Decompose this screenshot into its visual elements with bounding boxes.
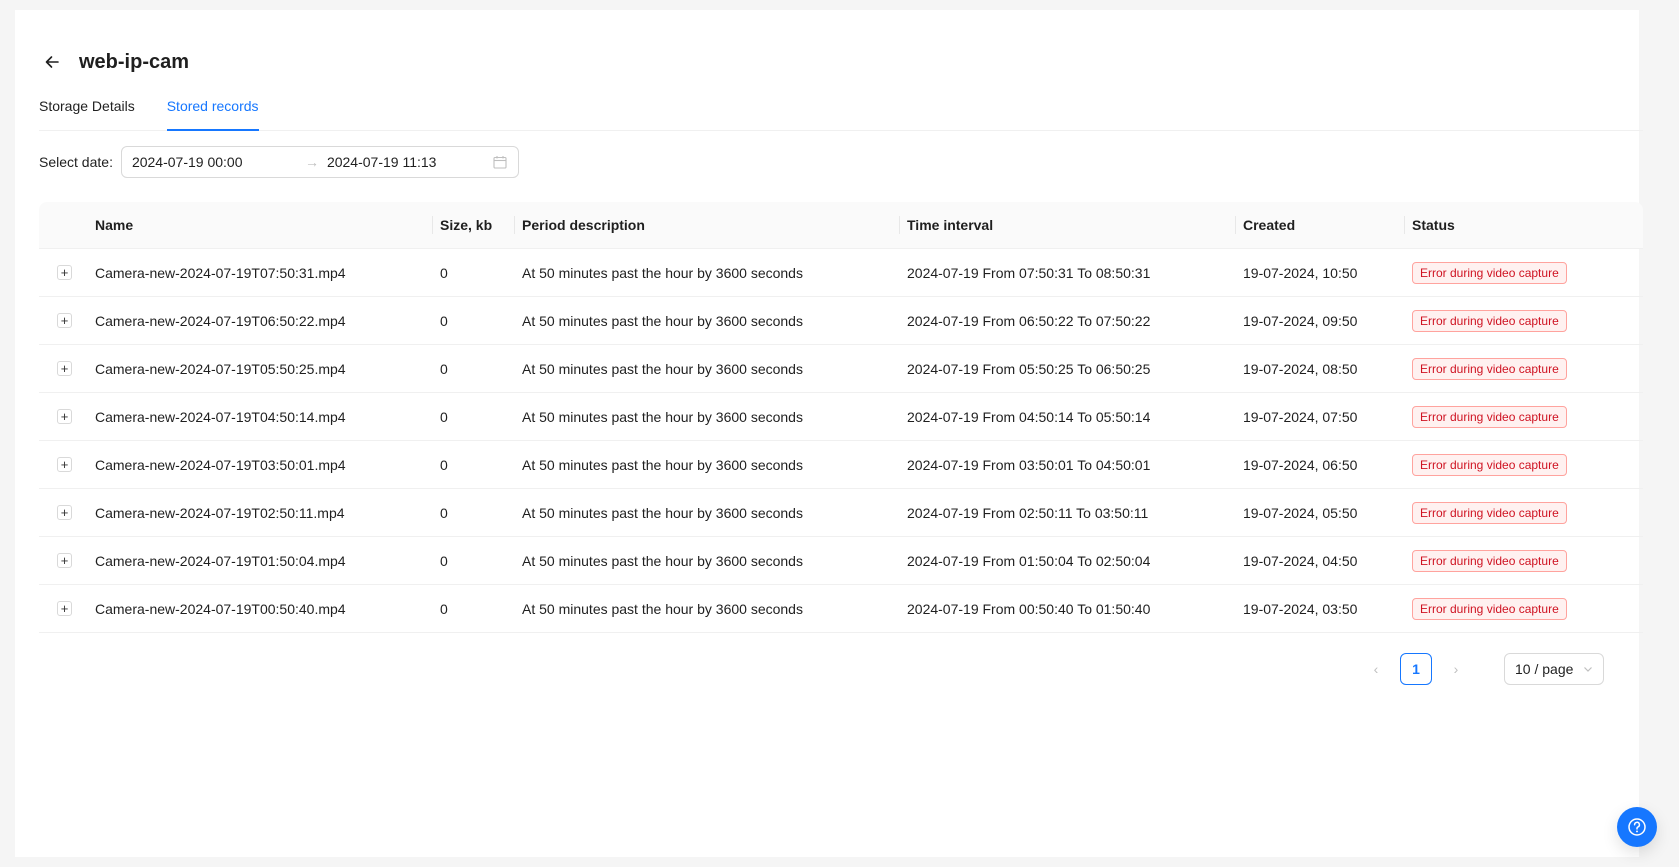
cell-size: 0 (432, 440, 514, 489)
cell-created: 19-07-2024, 05:50 (1235, 488, 1404, 537)
table-row[interactable]: + Camera-new-2024-07-19T07:50:31.mp4 0 A… (39, 248, 1643, 297)
date-end-input[interactable]: 2024-07-19 11:13 (327, 154, 492, 170)
cell-name: Camera-new-2024-07-19T06:50:22.mp4 (87, 296, 432, 345)
tab-storage-details[interactable]: Storage Details (39, 88, 135, 130)
records-table: Name Size, kb Period description Time in… (39, 202, 1643, 633)
arrow-left-icon (45, 56, 59, 68)
page-size-value: 10 / page (1515, 661, 1574, 677)
chevron-down-icon (1584, 667, 1592, 672)
column-header-status[interactable]: Status (1404, 202, 1643, 249)
status-badge: Error during video capture (1412, 501, 1567, 524)
status-badge: Error during video capture (1412, 597, 1567, 620)
column-header-period[interactable]: Period description (514, 202, 899, 249)
expand-row-button[interactable]: + (57, 457, 72, 472)
cell-interval: 2024-07-19 From 06:50:22 To 07:50:22 (899, 296, 1235, 345)
help-button[interactable] (1617, 807, 1657, 847)
expand-row-button[interactable]: + (57, 265, 72, 280)
cell-name: Camera-new-2024-07-19T01:50:04.mp4 (87, 536, 432, 585)
cell-created: 19-07-2024, 10:50 (1235, 248, 1404, 297)
status-badge: Error during video capture (1412, 357, 1567, 380)
pagination: ‹ 1 › 10 / page (1356, 653, 1604, 685)
page-title: web-ip-cam (79, 50, 190, 73)
cell-name: Camera-new-2024-07-19T04:50:14.mp4 (87, 392, 432, 441)
table-row[interactable]: + Camera-new-2024-07-19T02:50:11.mp4 0 A… (39, 488, 1643, 537)
range-arrow-icon: → (304, 154, 319, 170)
table-row[interactable]: + Camera-new-2024-07-19T04:50:14.mp4 0 A… (39, 392, 1643, 441)
cell-created: 19-07-2024, 09:50 (1235, 296, 1404, 345)
expand-row-button[interactable]: + (57, 505, 72, 520)
date-filter-label: Select date: (39, 154, 113, 170)
cell-interval: 2024-07-19 From 04:50:14 To 05:50:14 (899, 392, 1235, 441)
cell-name: Camera-new-2024-07-19T02:50:11.mp4 (87, 488, 432, 537)
cell-created: 19-07-2024, 08:50 (1235, 344, 1404, 393)
cell-size: 0 (432, 248, 514, 297)
cell-period: At 50 minutes past the hour by 3600 seco… (514, 440, 899, 489)
next-page-button[interactable]: › (1440, 653, 1472, 685)
status-badge: Error during video capture (1412, 453, 1567, 476)
cell-interval: 2024-07-19 From 03:50:01 To 04:50:01 (899, 440, 1235, 489)
cell-period: At 50 minutes past the hour by 3600 seco… (514, 536, 899, 585)
expand-row-button[interactable]: + (57, 553, 72, 568)
cell-period: At 50 minutes past the hour by 3600 seco… (514, 248, 899, 297)
calendar-icon (492, 154, 508, 170)
cell-name: Camera-new-2024-07-19T07:50:31.mp4 (87, 248, 432, 297)
table-row[interactable]: + Camera-new-2024-07-19T03:50:01.mp4 0 A… (39, 440, 1643, 489)
page-size-select[interactable]: 10 / page (1504, 653, 1604, 685)
cell-size: 0 (432, 584, 514, 633)
cell-name: Camera-new-2024-07-19T05:50:25.mp4 (87, 344, 432, 393)
expand-row-button[interactable]: + (57, 313, 72, 328)
cell-period: At 50 minutes past the hour by 3600 seco… (514, 392, 899, 441)
cell-period: At 50 minutes past the hour by 3600 seco… (514, 344, 899, 393)
cell-created: 19-07-2024, 03:50 (1235, 584, 1404, 633)
date-range-picker[interactable]: 2024-07-19 00:00 → 2024-07-19 11:13 (120, 146, 519, 178)
date-filter: Select date: 2024-07-19 00:00 → 2024-07-… (39, 146, 519, 178)
cell-name: Camera-new-2024-07-19T03:50:01.mp4 (87, 440, 432, 489)
cell-interval: 2024-07-19 From 00:50:40 To 01:50:40 (899, 584, 1235, 633)
cell-created: 19-07-2024, 04:50 (1235, 536, 1404, 585)
cell-size: 0 (432, 296, 514, 345)
column-header-name[interactable]: Name (87, 202, 432, 249)
cell-size: 0 (432, 488, 514, 537)
column-header-size[interactable]: Size, kb (432, 202, 514, 249)
cell-period: At 50 minutes past the hour by 3600 seco… (514, 296, 899, 345)
main-card: web-ip-cam Storage Details Stored record… (15, 10, 1643, 857)
cell-interval: 2024-07-19 From 07:50:31 To 08:50:31 (899, 248, 1235, 297)
cell-period: At 50 minutes past the hour by 3600 seco… (514, 488, 899, 537)
expand-row-button[interactable]: + (57, 409, 72, 424)
table-row[interactable]: + Camera-new-2024-07-19T06:50:22.mp4 0 A… (39, 296, 1643, 345)
cell-size: 0 (432, 536, 514, 585)
table-row[interactable]: + Camera-new-2024-07-19T01:50:04.mp4 0 A… (39, 536, 1643, 585)
column-header-interval[interactable]: Time interval (899, 202, 1235, 249)
page-1-button[interactable]: 1 (1400, 653, 1432, 685)
tab-stored-records[interactable]: Stored records (166, 88, 259, 131)
prev-page-button[interactable]: ‹ (1360, 653, 1392, 685)
cell-interval: 2024-07-19 From 02:50:11 To 03:50:11 (899, 488, 1235, 537)
cell-size: 0 (432, 392, 514, 441)
column-header-created[interactable]: Created (1235, 202, 1404, 249)
cell-interval: 2024-07-19 From 01:50:04 To 02:50:04 (899, 536, 1235, 585)
status-badge: Error during video capture (1412, 261, 1567, 284)
table-header-row: Name Size, kb Period description Time in… (39, 202, 1643, 249)
page-header: web-ip-cam (39, 44, 189, 80)
back-button[interactable] (39, 49, 65, 75)
cell-interval: 2024-07-19 From 05:50:25 To 06:50:25 (899, 344, 1235, 393)
date-start-input[interactable]: 2024-07-19 00:00 (132, 154, 297, 170)
cell-size: 0 (432, 344, 514, 393)
expand-row-button[interactable]: + (57, 361, 72, 376)
cell-name: Camera-new-2024-07-19T00:50:40.mp4 (87, 584, 432, 633)
expand-row-button[interactable]: + (57, 601, 72, 616)
status-badge: Error during video capture (1412, 309, 1567, 332)
table-row[interactable]: + Camera-new-2024-07-19T00:50:40.mp4 0 A… (39, 584, 1643, 633)
tab-bar: Storage Details Stored records (39, 88, 1643, 131)
question-circle-icon (1628, 818, 1646, 836)
cell-period: At 50 minutes past the hour by 3600 seco… (514, 584, 899, 633)
status-badge: Error during video capture (1412, 549, 1567, 572)
expand-column-header (39, 202, 87, 249)
cell-created: 19-07-2024, 07:50 (1235, 392, 1404, 441)
table-row[interactable]: + Camera-new-2024-07-19T05:50:25.mp4 0 A… (39, 344, 1643, 393)
status-badge: Error during video capture (1412, 405, 1567, 428)
cell-created: 19-07-2024, 06:50 (1235, 440, 1404, 489)
